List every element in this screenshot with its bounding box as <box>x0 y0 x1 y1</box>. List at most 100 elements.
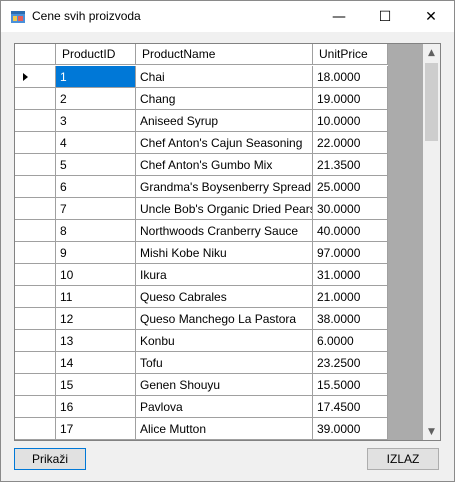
table-row[interactable]: 16 Pavlova 17.4500 <box>15 396 388 418</box>
cell-productname[interactable]: Mishi Kobe Niku <box>136 242 313 264</box>
table-row[interactable]: 13 Konbu 6.0000 <box>15 330 388 352</box>
cell-unitprice[interactable]: 17.4500 <box>313 396 388 418</box>
table-row[interactable]: 2 Chang 19.0000 <box>15 88 388 110</box>
prikazi-button[interactable]: Prikaži <box>14 448 86 470</box>
cell-unitprice[interactable]: 40.0000 <box>313 220 388 242</box>
row-header[interactable] <box>15 418 56 440</box>
cell-productid[interactable]: 16 <box>56 396 136 418</box>
cell-productid[interactable]: 7 <box>56 198 136 220</box>
row-header[interactable] <box>15 132 56 154</box>
cell-productname[interactable]: Chef Anton's Gumbo Mix <box>136 154 313 176</box>
row-header[interactable] <box>15 264 56 286</box>
vertical-scrollbar[interactable]: ▲ ▼ <box>423 44 440 440</box>
table-row[interactable]: 12 Queso Manchego La Pastora 38.0000 <box>15 308 388 330</box>
cell-unitprice[interactable]: 19.0000 <box>313 88 388 110</box>
cell-productname[interactable]: Ikura <box>136 264 313 286</box>
cell-productid[interactable]: 14 <box>56 352 136 374</box>
cell-productname[interactable]: Queso Cabrales <box>136 286 313 308</box>
window-title: Cene svih proizvoda <box>32 9 141 23</box>
cell-unitprice[interactable]: 23.2500 <box>313 352 388 374</box>
cell-productid[interactable]: 6 <box>56 176 136 198</box>
cell-productname[interactable]: Chai <box>136 66 313 88</box>
cell-unitprice[interactable]: 22.0000 <box>313 132 388 154</box>
cell-productid[interactable]: 12 <box>56 308 136 330</box>
row-header[interactable] <box>15 154 56 176</box>
table-row[interactable]: 4 Chef Anton's Cajun Seasoning 22.0000 <box>15 132 388 154</box>
column-header-productid[interactable]: ProductID <box>56 44 136 65</box>
table-row[interactable]: 1 Chai 18.0000 <box>15 66 388 88</box>
cell-productid[interactable]: 1 <box>56 66 136 88</box>
cell-productid[interactable]: 13 <box>56 330 136 352</box>
row-header[interactable] <box>15 176 56 198</box>
close-button[interactable]: ✕ <box>408 1 454 32</box>
row-header[interactable] <box>15 242 56 264</box>
row-header-corner[interactable] <box>15 44 56 65</box>
table-row[interactable]: 14 Tofu 23.2500 <box>15 352 388 374</box>
row-header[interactable] <box>15 330 56 352</box>
cell-unitprice[interactable]: 21.3500 <box>313 154 388 176</box>
cell-productid[interactable]: 8 <box>56 220 136 242</box>
row-header[interactable] <box>15 110 56 132</box>
minimize-button[interactable]: — <box>316 1 362 32</box>
cell-productname[interactable]: Uncle Bob's Organic Dried Pears <box>136 198 313 220</box>
row-header[interactable] <box>15 66 56 88</box>
row-header[interactable] <box>15 198 56 220</box>
column-header-unitprice[interactable]: UnitPrice <box>313 44 388 65</box>
scroll-up-icon[interactable]: ▲ <box>423 44 440 61</box>
cell-productname[interactable]: Genen Shouyu <box>136 374 313 396</box>
table-row[interactable]: 8 Northwoods Cranberry Sauce 40.0000 <box>15 220 388 242</box>
row-header[interactable] <box>15 308 56 330</box>
table-row[interactable]: 11 Queso Cabrales 21.0000 <box>15 286 388 308</box>
cell-productname[interactable]: Northwoods Cranberry Sauce <box>136 220 313 242</box>
scroll-thumb[interactable] <box>425 63 438 141</box>
cell-productid[interactable]: 17 <box>56 418 136 440</box>
cell-unitprice[interactable]: 21.0000 <box>313 286 388 308</box>
cell-unitprice[interactable]: 39.0000 <box>313 418 388 440</box>
cell-productname[interactable]: Pavlova <box>136 396 313 418</box>
cell-unitprice[interactable]: 38.0000 <box>313 308 388 330</box>
cell-productname[interactable]: Queso Manchego La Pastora <box>136 308 313 330</box>
cell-productname[interactable]: Alice Mutton <box>136 418 313 440</box>
cell-productid[interactable]: 11 <box>56 286 136 308</box>
products-grid[interactable]: ProductID ProductName UnitPrice 1 Chai 18.… <box>14 43 441 441</box>
table-row[interactable]: 9 Mishi Kobe Niku 97.0000 <box>15 242 388 264</box>
cell-productid[interactable]: 3 <box>56 110 136 132</box>
row-header[interactable] <box>15 374 56 396</box>
scroll-down-icon[interactable]: ▼ <box>423 423 440 440</box>
maximize-button[interactable]: ☐ <box>362 1 408 32</box>
cell-productid[interactable]: 4 <box>56 132 136 154</box>
cell-productid[interactable]: 15 <box>56 374 136 396</box>
column-header-productname[interactable]: ProductName <box>136 44 313 65</box>
row-header[interactable] <box>15 396 56 418</box>
cell-unitprice[interactable]: 10.0000 <box>313 110 388 132</box>
cell-productname[interactable]: Chef Anton's Cajun Seasoning <box>136 132 313 154</box>
table-row[interactable]: 17 Alice Mutton 39.0000 <box>15 418 388 440</box>
cell-unitprice[interactable]: 30.0000 <box>313 198 388 220</box>
table-row[interactable]: 6 Grandma's Boysenberry Spread 25.0000 <box>15 176 388 198</box>
cell-productname[interactable]: Grandma's Boysenberry Spread <box>136 176 313 198</box>
row-header[interactable] <box>15 286 56 308</box>
row-header[interactable] <box>15 352 56 374</box>
cell-productid[interactable]: 2 <box>56 88 136 110</box>
table-row[interactable]: 7 Uncle Bob's Organic Dried Pears 30.0000 <box>15 198 388 220</box>
table-row[interactable]: 3 Aniseed Syrup 10.0000 <box>15 110 388 132</box>
table-row[interactable]: 15 Genen Shouyu 15.5000 <box>15 374 388 396</box>
row-header[interactable] <box>15 220 56 242</box>
cell-productid[interactable]: 5 <box>56 154 136 176</box>
cell-productname[interactable]: Aniseed Syrup <box>136 110 313 132</box>
cell-unitprice[interactable]: 18.0000 <box>313 66 388 88</box>
cell-productname[interactable]: Chang <box>136 88 313 110</box>
cell-productid[interactable]: 10 <box>56 264 136 286</box>
row-header[interactable] <box>15 88 56 110</box>
cell-unitprice[interactable]: 15.5000 <box>313 374 388 396</box>
cell-productname[interactable]: Tofu <box>136 352 313 374</box>
cell-unitprice[interactable]: 6.0000 <box>313 330 388 352</box>
cell-unitprice[interactable]: 97.0000 <box>313 242 388 264</box>
izlaz-button[interactable]: IZLAZ <box>367 448 439 470</box>
cell-productid[interactable]: 9 <box>56 242 136 264</box>
cell-productname[interactable]: Konbu <box>136 330 313 352</box>
cell-unitprice[interactable]: 31.0000 <box>313 264 388 286</box>
table-row[interactable]: 10 Ikura 31.0000 <box>15 264 388 286</box>
table-row[interactable]: 5 Chef Anton's Gumbo Mix 21.3500 <box>15 154 388 176</box>
cell-unitprice[interactable]: 25.0000 <box>313 176 388 198</box>
